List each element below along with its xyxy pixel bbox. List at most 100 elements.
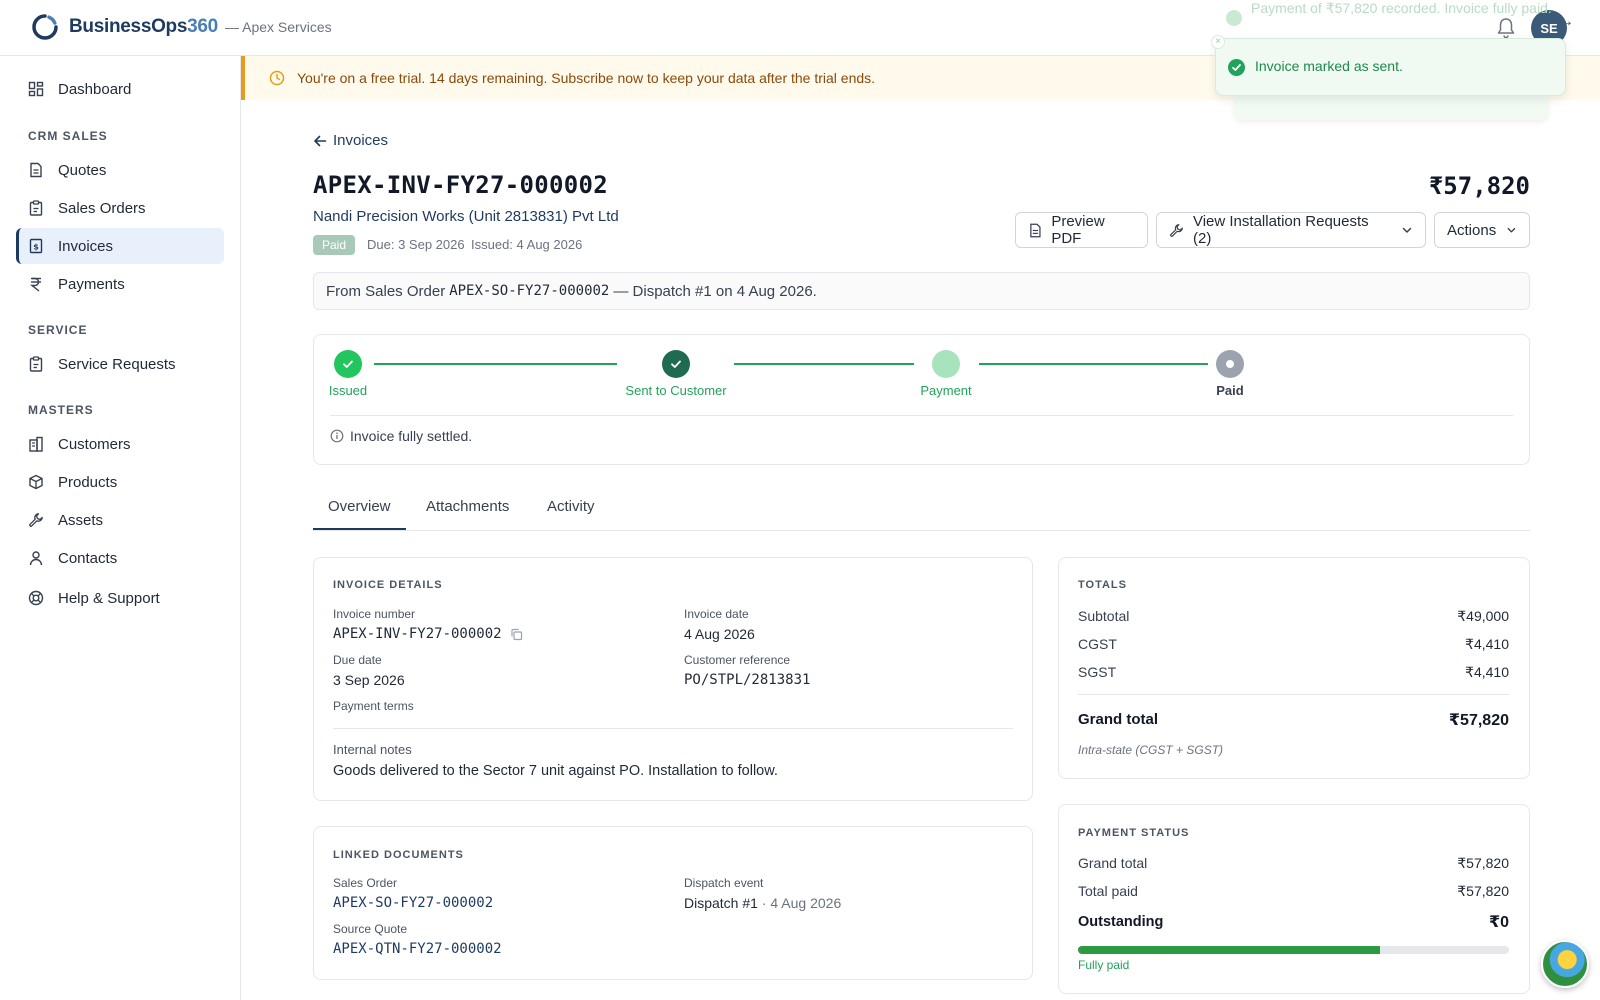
status-badge: Paid <box>313 235 356 255</box>
check-circle-icon <box>1226 10 1242 26</box>
sidebar-item-label: Contacts <box>58 549 118 567</box>
invoice-amount: ₹57,820 <box>1428 172 1530 200</box>
step-label-paid: Paid <box>1216 383 1244 398</box>
sidebar-item-label: Assets <box>58 511 104 529</box>
payment-progress-bar <box>1078 946 1509 954</box>
grand-total-label: Grand total <box>1078 711 1159 728</box>
sidebar-item-label: Service Requests <box>58 355 176 373</box>
back-link-label: Invoices <box>333 132 389 149</box>
total-paid-label: Total paid <box>1078 883 1138 899</box>
nav-section-service: SERVICE <box>28 323 88 337</box>
brand-name[interactable]: BusinessOps360 <box>69 16 218 38</box>
customer-name[interactable]: Nandi Precision Works (Unit 2813831) Pvt… <box>313 208 619 225</box>
info-icon <box>330 429 344 443</box>
settled-note-text: Invoice fully settled. <box>350 428 473 444</box>
brand-number: 360 <box>187 16 218 37</box>
copy-icon[interactable] <box>510 628 523 641</box>
active-tab-indicator <box>313 528 406 530</box>
tab-attachments[interactable]: Attachments <box>426 498 509 515</box>
source-suffix: — Dispatch #1 on 4 Aug 2026. <box>613 282 817 300</box>
building-icon <box>29 436 43 452</box>
payment-status-title: PAYMENT STATUS <box>1078 827 1190 839</box>
settled-note: Invoice fully settled. <box>330 428 472 444</box>
customer-reference-label: Customer reference <box>684 653 791 667</box>
sidebar-item-label: Payments <box>58 275 125 293</box>
wrench-icon <box>29 513 43 527</box>
due-date-label: Due date <box>333 653 382 667</box>
arrow-left-icon <box>314 135 327 146</box>
source-quote-label: Source Quote <box>333 922 408 936</box>
tabs-divider <box>313 530 1530 531</box>
actions-dropdown-button[interactable]: Actions <box>1434 212 1530 248</box>
sidebar-item-label: Invoices <box>58 237 114 255</box>
sidebar-item-quotes[interactable]: Quotes <box>16 152 224 188</box>
sidebar-item-assets[interactable]: Assets <box>16 502 224 538</box>
sidebar-item-label: Help & Support <box>58 589 160 607</box>
source-sales-order-link[interactable]: APEX-SO-FY27-000002 <box>449 283 609 299</box>
assistant-launcher-icon[interactable] <box>1541 940 1589 988</box>
divider <box>330 415 1513 416</box>
status-stepper-card <box>313 334 1530 465</box>
view-installation-requests-button[interactable]: View Installation Requests (2) <box>1156 212 1426 248</box>
back-to-invoices-link[interactable]: Invoices <box>313 132 388 149</box>
payment-status-text: Fully paid <box>1078 958 1130 972</box>
internal-notes-label: Internal notes <box>333 742 412 757</box>
sidebar-item-products[interactable]: Products <box>16 464 224 500</box>
subtotal-label: Subtotal <box>1078 608 1130 624</box>
invoice-icon: $ <box>29 238 43 254</box>
sidebar-item-dashboard[interactable]: Dashboard <box>16 71 224 107</box>
sgst-value: ₹4,410 <box>1465 664 1509 680</box>
preview-pdf-button[interactable]: Preview PDF <box>1015 212 1148 248</box>
dispatch-event-value: Dispatch #1 · 4 Aug 2026 <box>684 895 841 911</box>
sales-order-label: Sales Order <box>333 876 398 890</box>
rupee-icon <box>29 277 41 292</box>
toast-payment-recorded: Payment of ₹57,820 recorded. Invoice ful… <box>1215 0 1560 40</box>
step-payment-dot <box>932 350 960 378</box>
tab-activity[interactable]: Activity <box>547 498 595 515</box>
user-icon <box>29 551 43 566</box>
step-issued-check-icon <box>334 350 362 378</box>
sidebar-item-payments[interactable]: Payments <box>16 266 224 302</box>
clipboard-icon <box>29 356 43 372</box>
sidebar-item-contacts[interactable]: Contacts <box>16 540 224 576</box>
sidebar-item-help-support[interactable]: Help & Support <box>16 580 224 616</box>
dispatch-event-date: · 4 Aug 2026 <box>761 895 842 911</box>
internal-notes-value: Goods delivered to the Sector 7 unit aga… <box>333 763 778 779</box>
step-connector <box>734 363 914 365</box>
sidebar-item-invoices[interactable]: $ Invoices <box>16 228 224 264</box>
sales-order-link[interactable]: APEX-SO-FY27-000002 <box>333 895 493 911</box>
sidebar-item-sales-orders[interactable]: Sales Orders <box>16 190 224 226</box>
sgst-label: SGST <box>1078 664 1117 680</box>
totals-title: TOTALS <box>1078 579 1127 591</box>
step-label-issued: Issued <box>328 383 368 398</box>
step-sent-check-icon <box>662 350 690 378</box>
step-label-sent: Sent to Customer <box>625 383 727 398</box>
chevron-down-icon <box>1402 227 1412 233</box>
trial-banner-text: You're on a free trial. 14 days remainin… <box>297 70 876 86</box>
divider <box>1078 694 1509 695</box>
cgst-label: CGST <box>1078 636 1117 652</box>
due-date-meta: Due: 3 Sep 2026 <box>367 237 465 252</box>
tab-overview[interactable]: Overview <box>328 498 391 515</box>
step-paid-dot <box>1216 350 1244 378</box>
document-icon <box>1030 223 1041 237</box>
issued-date-meta: Issued: 4 Aug 2026 <box>471 237 583 252</box>
clock-icon <box>269 70 285 86</box>
linked-documents-title: LINKED DOCUMENTS <box>333 849 464 861</box>
toast-invoice-sent: Invoice marked as sent. <box>1215 38 1566 96</box>
step-label-payment: Payment <box>920 383 972 398</box>
sidebar-item-label: Customers <box>58 435 131 453</box>
sidebar-item-customers[interactable]: Customers <box>16 426 224 462</box>
customer-reference-value: PO/STPL/2813831 <box>684 672 811 688</box>
source-quote-link[interactable]: APEX-QTN-FY27-000002 <box>333 941 502 957</box>
outstanding-label: Outstanding <box>1078 914 1164 930</box>
toast-close-icon[interactable]: × <box>1211 35 1225 49</box>
invoice-date-value: 4 Aug 2026 <box>684 626 755 642</box>
total-paid-value: ₹57,820 <box>1457 883 1509 899</box>
toast-message: Invoice marked as sent. <box>1255 58 1403 74</box>
box-icon <box>29 474 43 490</box>
invoice-number-label: Invoice number <box>333 607 416 621</box>
sidebar-item-service-requests[interactable]: Service Requests <box>16 346 224 382</box>
grand-total-value: ₹57,820 <box>1448 712 1509 729</box>
tenant-name: — Apex Services <box>225 19 332 35</box>
